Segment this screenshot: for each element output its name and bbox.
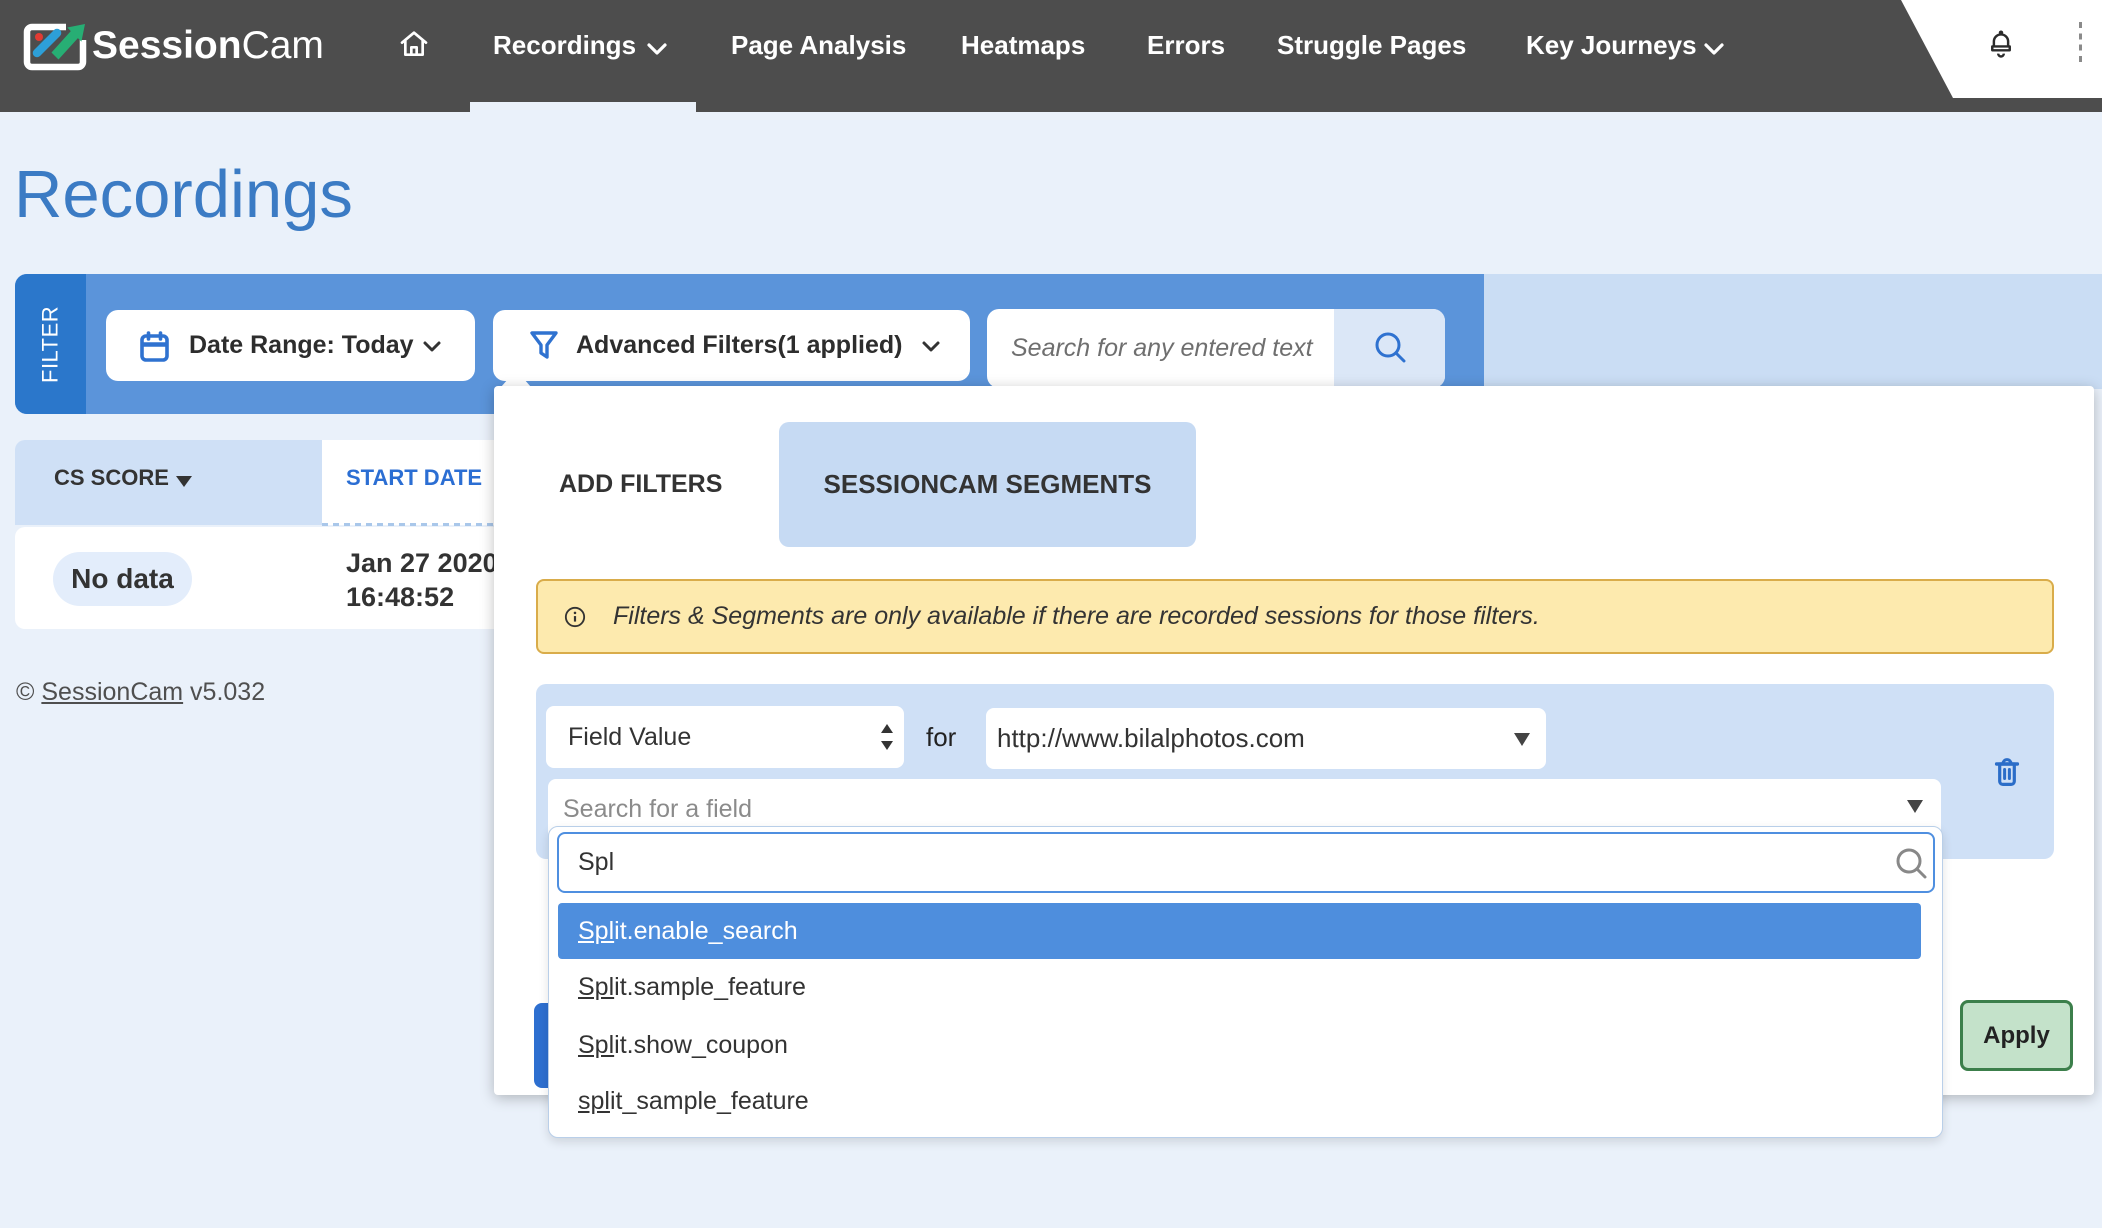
svg-text:SessionCam: SessionCam	[92, 24, 324, 67]
